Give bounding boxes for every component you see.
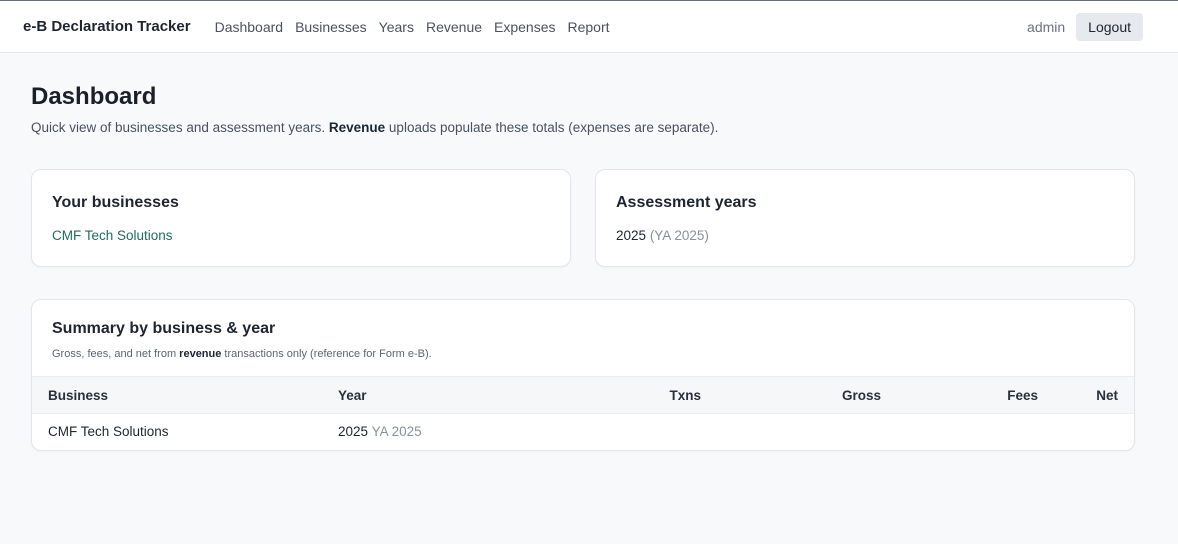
businesses-card-title: Your businesses bbox=[52, 194, 179, 211]
column-header-year: Year bbox=[322, 376, 612, 414]
logout-button[interactable]: Logout bbox=[1076, 12, 1143, 41]
overview-cards: Your businesses CMF Tech Solutions Asses… bbox=[31, 169, 1147, 267]
assessment-year-ya: (YA 2025) bbox=[649, 228, 709, 243]
businesses-card: Your businesses CMF Tech Solutions bbox=[31, 169, 571, 267]
main-content: Dashboard Quick view of businesses and a… bbox=[0, 83, 1178, 451]
username-label: admin bbox=[1027, 18, 1066, 35]
cell-business: CMF Tech Solutions bbox=[48, 424, 169, 440]
summary-table-body: CMF Tech Solutions 2025 YA 2025 bbox=[32, 414, 1134, 450]
subtitle-emphasis: Revenue bbox=[328, 120, 386, 135]
business-link[interactable]: CMF Tech Solutions bbox=[52, 228, 550, 243]
nav-link-businesses[interactable]: Businesses bbox=[295, 19, 367, 35]
summary-card: Summary by business & year Gross, fees, … bbox=[31, 299, 1135, 451]
column-header-net: Net bbox=[1054, 376, 1134, 414]
table-row: CMF Tech Solutions 2025 YA 2025 bbox=[32, 414, 1134, 450]
assessment-year-value: 2025 bbox=[616, 228, 647, 243]
nav-link-revenue[interactable]: Revenue bbox=[426, 19, 482, 35]
brand-title[interactable]: e-B Declaration Tracker bbox=[23, 18, 191, 35]
summary-note: Gross, fees, and net from revenue transa… bbox=[52, 348, 1114, 360]
cell-txns bbox=[612, 414, 717, 450]
cell-fees bbox=[897, 414, 1054, 450]
assessment-years-card-title: Assessment years bbox=[616, 194, 757, 211]
column-header-txns: Txns bbox=[612, 376, 717, 414]
nav-link-dashboard[interactable]: Dashboard bbox=[215, 19, 284, 35]
nav-link-expenses[interactable]: Expenses bbox=[494, 19, 555, 35]
summary-title: Summary by business & year bbox=[52, 320, 276, 337]
summary-table: Business Year Txns Gross Fees Net CMF Te… bbox=[32, 376, 1134, 450]
page-subtitle: Quick view of businesses and assessment … bbox=[31, 120, 1147, 135]
summary-note-emphasis: revenue bbox=[179, 348, 222, 360]
cell-gross bbox=[717, 414, 897, 450]
main-nav: Dashboard Businesses Years Revenue Expen… bbox=[215, 19, 610, 35]
top-navbar: e-B Declaration Tracker Dashboard Busine… bbox=[0, 1, 1178, 53]
subtitle-text-start: Quick view of businesses and assessment … bbox=[31, 120, 329, 135]
column-header-business: Business bbox=[32, 376, 322, 414]
cell-year-value: 2025 bbox=[338, 424, 369, 440]
assessment-year-item: 2025 (YA 2025) bbox=[616, 228, 1114, 243]
column-header-fees: Fees bbox=[897, 376, 1054, 414]
header-row: Business Year Txns Gross Fees Net bbox=[32, 376, 1134, 414]
user-area: admin Logout bbox=[1027, 12, 1155, 41]
cell-year: 2025 YA 2025 bbox=[322, 414, 612, 450]
summary-note-end: transactions only (reference for Form e-… bbox=[221, 348, 432, 360]
subtitle-text-end: uploads populate these totals (expenses … bbox=[385, 120, 719, 135]
nav-link-years[interactable]: Years bbox=[379, 19, 414, 35]
cell-net bbox=[1054, 414, 1134, 450]
summary-header: Summary by business & year Gross, fees, … bbox=[32, 300, 1134, 376]
column-header-gross: Gross bbox=[717, 376, 897, 414]
summary-table-header: Business Year Txns Gross Fees Net bbox=[32, 376, 1134, 414]
nav-link-report[interactable]: Report bbox=[568, 19, 610, 35]
cell-year-ya: YA 2025 bbox=[371, 424, 422, 440]
assessment-years-card: Assessment years 2025 (YA 2025) bbox=[595, 169, 1135, 267]
summary-note-start: Gross, fees, and net from bbox=[52, 348, 180, 360]
page-title: Dashboard bbox=[31, 83, 157, 110]
